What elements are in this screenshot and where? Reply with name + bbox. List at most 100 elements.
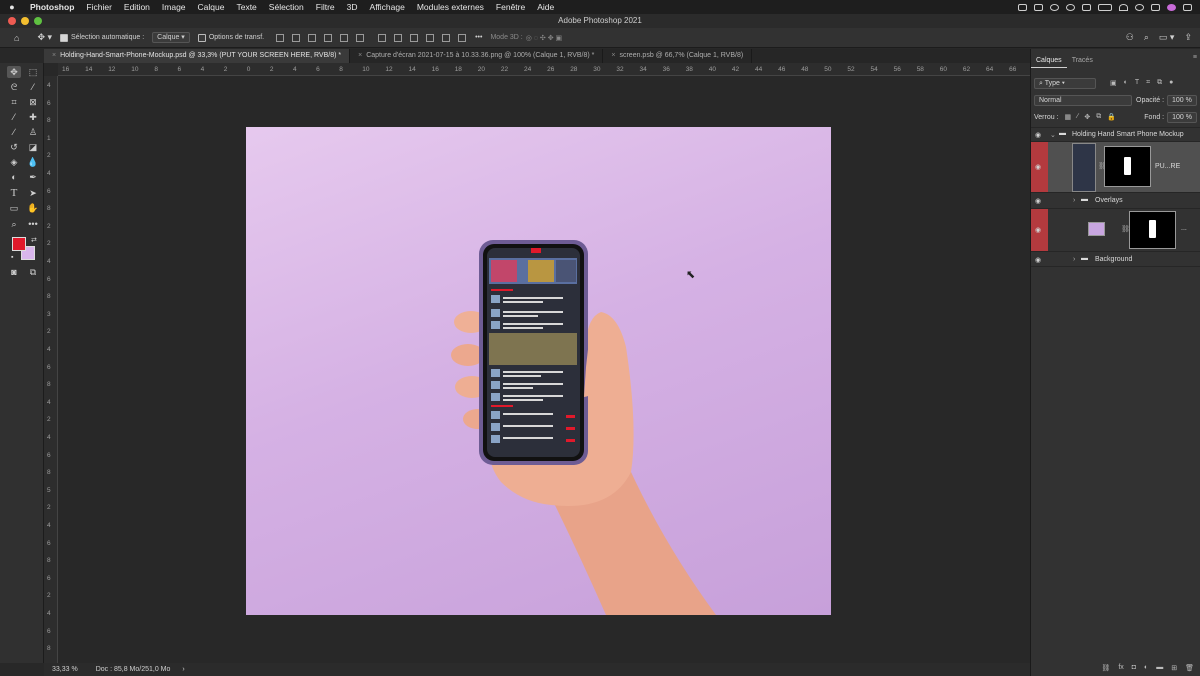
auto-select-dropdown[interactable]: Calque ▾ <box>152 32 190 43</box>
new-group-icon[interactable]: ▬ <box>1156 664 1163 672</box>
menu-edition[interactable]: Edition <box>118 2 156 12</box>
paint-bucket-tool-icon[interactable]: ◈ <box>7 156 21 168</box>
screen-mode-icon[interactable]: ⧉ <box>26 266 40 278</box>
auto-select-checkbox[interactable]: Sélection automatique : <box>60 33 144 42</box>
apple-menu-icon[interactable]: ● <box>0 2 24 12</box>
wifi-icon[interactable] <box>1119 3 1128 11</box>
distribute-middle-icon[interactable] <box>442 33 451 42</box>
close-tab-icon[interactable]: × <box>52 52 56 59</box>
foreground-color-swatch[interactable] <box>12 237 26 251</box>
search-icon[interactable] <box>1135 3 1144 11</box>
distribute-icon[interactable] <box>378 33 387 42</box>
layer-fill-mask[interactable]: ◉ ⛓ ... <box>1031 208 1200 252</box>
close-tab-icon[interactable]: × <box>358 52 362 59</box>
distribute-right-icon[interactable] <box>410 33 419 42</box>
align-center-icon[interactable] <box>292 33 301 42</box>
lasso-tool-icon[interactable]: ᘓ <box>7 81 21 93</box>
menu-modules-externes[interactable]: Modules externes <box>411 2 490 12</box>
tab-capture-ecran[interactable]: × Capture d'écran 2021-07-15 à 10.33.36.p… <box>350 49 604 63</box>
tab-holding-hand-mockup[interactable]: × Holding-Hand-Smart-Phone-Mockup.psd @ 3… <box>44 49 351 63</box>
control-center-icon[interactable] <box>1151 3 1160 11</box>
zoom-level[interactable]: 33,33 % <box>52 666 78 673</box>
move-tool-icon[interactable]: ✥ <box>7 66 21 78</box>
hand-tool-icon[interactable]: ✋ <box>26 202 40 214</box>
lock-artboard-icon[interactable]: ⧉ <box>1096 113 1101 121</box>
new-layer-icon[interactable]: ⊞ <box>1171 664 1177 672</box>
path-select-tool-icon[interactable]: ➤ <box>26 187 40 199</box>
move-tool-icon[interactable]: ✥ ▾ <box>37 32 52 43</box>
panel-menu-icon[interactable]: ≡ <box>1193 54 1197 68</box>
status-chevron-icon[interactable]: › <box>182 666 184 673</box>
filter-toggle-icon[interactable]: ● <box>1169 79 1173 87</box>
mockup-artboard[interactable]: ⬉ <box>246 127 831 615</box>
tab-traces[interactable]: Tracés <box>1067 54 1098 68</box>
distribute-top-icon[interactable] <box>426 33 435 42</box>
search-icon[interactable]: ⌕ <box>1144 32 1149 43</box>
healing-tool-icon[interactable]: ✚ <box>26 111 40 123</box>
frame-tool-icon[interactable]: ⊠ <box>26 96 40 108</box>
camera-icon[interactable] <box>1018 3 1027 11</box>
filter-adjust-icon[interactable]: ◐ <box>1124 79 1128 87</box>
chevron-down-icon[interactable]: ⌄ <box>1050 131 1056 139</box>
opacity-input[interactable]: 100 % <box>1167 94 1197 106</box>
tab-screen-psb[interactable]: × screen.psb @ 66,7% (Calque 1, RVB/8) <box>603 49 753 63</box>
timer-icon[interactable] <box>1050 3 1059 11</box>
distribute-center-icon[interactable] <box>394 33 403 42</box>
link-layers-icon[interactable]: ⛓ <box>1101 664 1110 672</box>
more-options-button[interactable]: ••• <box>475 34 482 41</box>
align-bottom-icon[interactable] <box>356 33 365 42</box>
orbit-3d-icon[interactable]: ◎ ◌ ✣ ✥ ▣ <box>526 34 562 42</box>
adjustment-layer-icon[interactable]: ◐ <box>1144 664 1148 672</box>
menu-filtre[interactable]: Filtre <box>310 2 341 12</box>
align-middle-icon[interactable] <box>340 33 349 42</box>
filter-text-icon[interactable]: T <box>1135 79 1139 87</box>
add-mask-icon[interactable]: ◘ <box>1132 664 1136 672</box>
distribute-bottom-icon[interactable] <box>458 33 467 42</box>
visibility-eye-icon[interactable]: ◉ <box>1035 226 1041 234</box>
layer-group-background[interactable]: ◉ › ▬ Background <box>1031 251 1200 267</box>
menu-selection[interactable]: Sélection <box>263 2 310 12</box>
menu-aide[interactable]: Aide <box>531 2 560 12</box>
workspace-icon[interactable]: ▭ ▾ <box>1159 32 1175 43</box>
screen-icon[interactable] <box>1034 3 1043 11</box>
history-brush-tool-icon[interactable]: ↺ <box>7 141 21 153</box>
minimize-window-icon[interactable] <box>21 17 29 25</box>
default-colors-icon[interactable]: ▪ <box>11 254 13 261</box>
visibility-eye-icon[interactable]: ◉ <box>1035 163 1041 171</box>
layer-smart-object[interactable]: ◉ ⛓ PU...RE <box>1031 141 1200 193</box>
layer-mask-thumbnail[interactable] <box>1129 211 1176 249</box>
swap-colors-icon[interactable]: ⇄ <box>31 236 37 244</box>
bluetooth-icon[interactable] <box>1082 3 1091 11</box>
more-tools-icon[interactable]: ••• <box>26 218 40 230</box>
menu-3d[interactable]: 3D <box>341 2 364 12</box>
menu-calque[interactable]: Calque <box>192 2 231 12</box>
block-icon[interactable] <box>1066 3 1075 11</box>
layer-style-icon[interactable]: fx <box>1118 664 1123 672</box>
layer-group-overlays[interactable]: ◉ › ▬ Overlays <box>1031 192 1200 208</box>
type-tool-icon[interactable]: T <box>7 187 21 199</box>
battery-icon[interactable] <box>1098 3 1112 11</box>
visibility-eye-icon[interactable]: ◉ <box>1035 197 1041 205</box>
blend-mode-dropdown[interactable]: Normal <box>1034 94 1132 106</box>
zoom-window-icon[interactable] <box>34 17 42 25</box>
siri-icon[interactable] <box>1167 3 1176 11</box>
fill-input[interactable]: 100 % <box>1167 111 1197 123</box>
blur-tool-icon[interactable]: 💧 <box>26 156 40 168</box>
chevron-right-icon[interactable]: › <box>1073 256 1075 263</box>
align-right-icon[interactable] <box>308 33 317 42</box>
marquee-tool-icon[interactable]: ⬚ <box>26 66 40 78</box>
crop-tool-icon[interactable]: ⌗ <box>7 96 21 108</box>
menu-fichier[interactable]: Fichier <box>80 2 118 12</box>
eyedropper-tool-icon[interactable]: ⁄ <box>7 111 21 123</box>
menu-photoshop[interactable]: Photoshop <box>24 2 80 12</box>
menu-texte[interactable]: Texte <box>230 2 262 12</box>
filter-shape-icon[interactable]: ⌗ <box>1146 79 1150 87</box>
share-icon[interactable]: ⚇ <box>1126 32 1134 43</box>
eraser-tool-icon[interactable]: ◪ <box>26 141 40 153</box>
chevron-right-icon[interactable]: › <box>1073 197 1075 204</box>
pen-tool-icon[interactable]: ✒ <box>26 171 40 183</box>
close-window-icon[interactable] <box>8 17 16 25</box>
zoom-tool-icon[interactable]: ⌕ <box>7 218 21 230</box>
tab-calques[interactable]: Calques <box>1031 54 1067 68</box>
layer-group-mockup[interactable]: ◉ ⌄ ▬ Holding Hand Smart Phone Mockup <box>1031 127 1200 141</box>
